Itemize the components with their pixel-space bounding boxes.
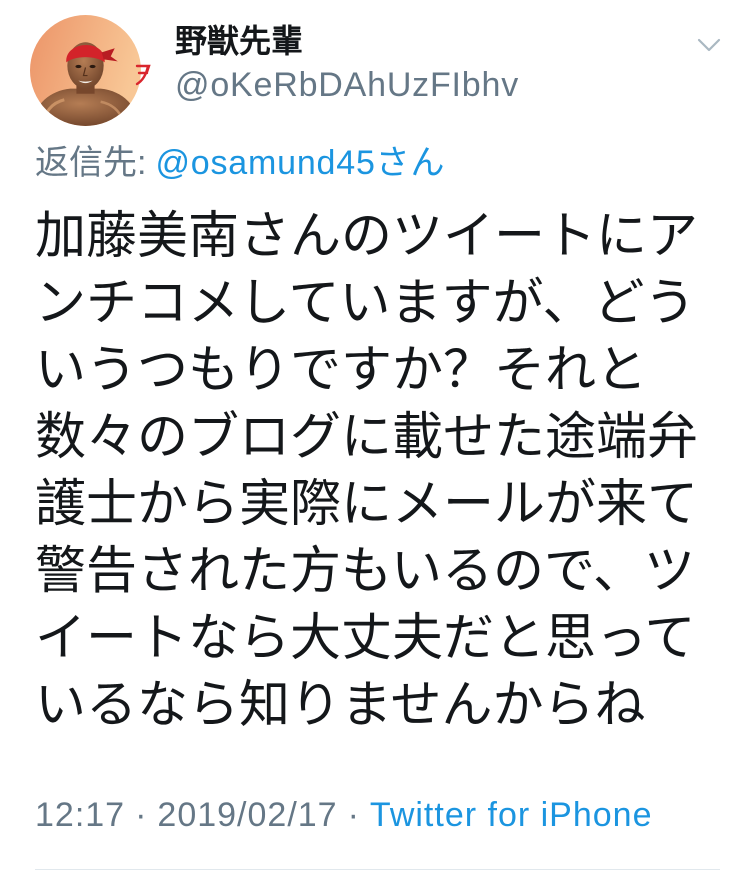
author-display-name[interactable]: 野獣先輩: [175, 22, 655, 60]
tweet-text-line: 警告された方もいるので、ツ: [35, 542, 695, 599]
tweet-text-line: いうつもりですか？それと: [35, 341, 648, 398]
avatar-image: [30, 15, 141, 126]
divider: [35, 869, 720, 870]
tweet-text-line: 加藤美南さんのツイートにア: [35, 207, 699, 264]
reply-context: 返信先: @osamund45さん: [35, 144, 725, 182]
reply-to-link[interactable]: @osamund45さん: [155, 144, 445, 182]
tweet-date: 2019/02/17: [157, 796, 338, 834]
tweet-text-line: イートなら大丈夫だと思って: [35, 609, 696, 666]
chevron-down-icon[interactable]: [696, 37, 722, 53]
author-avatar[interactable]: [30, 15, 141, 126]
tweet-text-line: ンチコメしていますが、どう: [35, 274, 696, 331]
meta-separator: ·: [135, 796, 148, 834]
author-handle[interactable]: @oKeRbDAhUzFIbhv: [175, 66, 655, 104]
tweet-text: 加藤美南さんのツイートにア ンチコメしていますが、どう いうつもりですか？それと…: [35, 202, 725, 738]
tweet-text-line: 数々のブログに載せた途端弁: [35, 408, 699, 465]
tweet-text-line: いるなら知りませんからね: [35, 676, 646, 733]
avatar-eye: [89, 64, 96, 69]
tweet-detail: 野獣先輩 @oKeRbDAhUzFIbhv 返信先: @osamund45さん 加…: [0, 0, 750, 883]
tweet-meta: 12:17 · 2019/02/17 · Twitter for iPhone: [35, 796, 725, 834]
tweet-source-link[interactable]: Twitter for iPhone: [370, 796, 653, 834]
avatar-eye: [75, 64, 82, 69]
reply-label: 返信先:: [35, 144, 147, 182]
avatar-red-mark: [135, 64, 151, 86]
tweet-text-line: 護士から実際にメールが来て: [35, 475, 699, 532]
meta-separator: ·: [347, 796, 360, 834]
tweet-time: 12:17: [35, 796, 126, 834]
